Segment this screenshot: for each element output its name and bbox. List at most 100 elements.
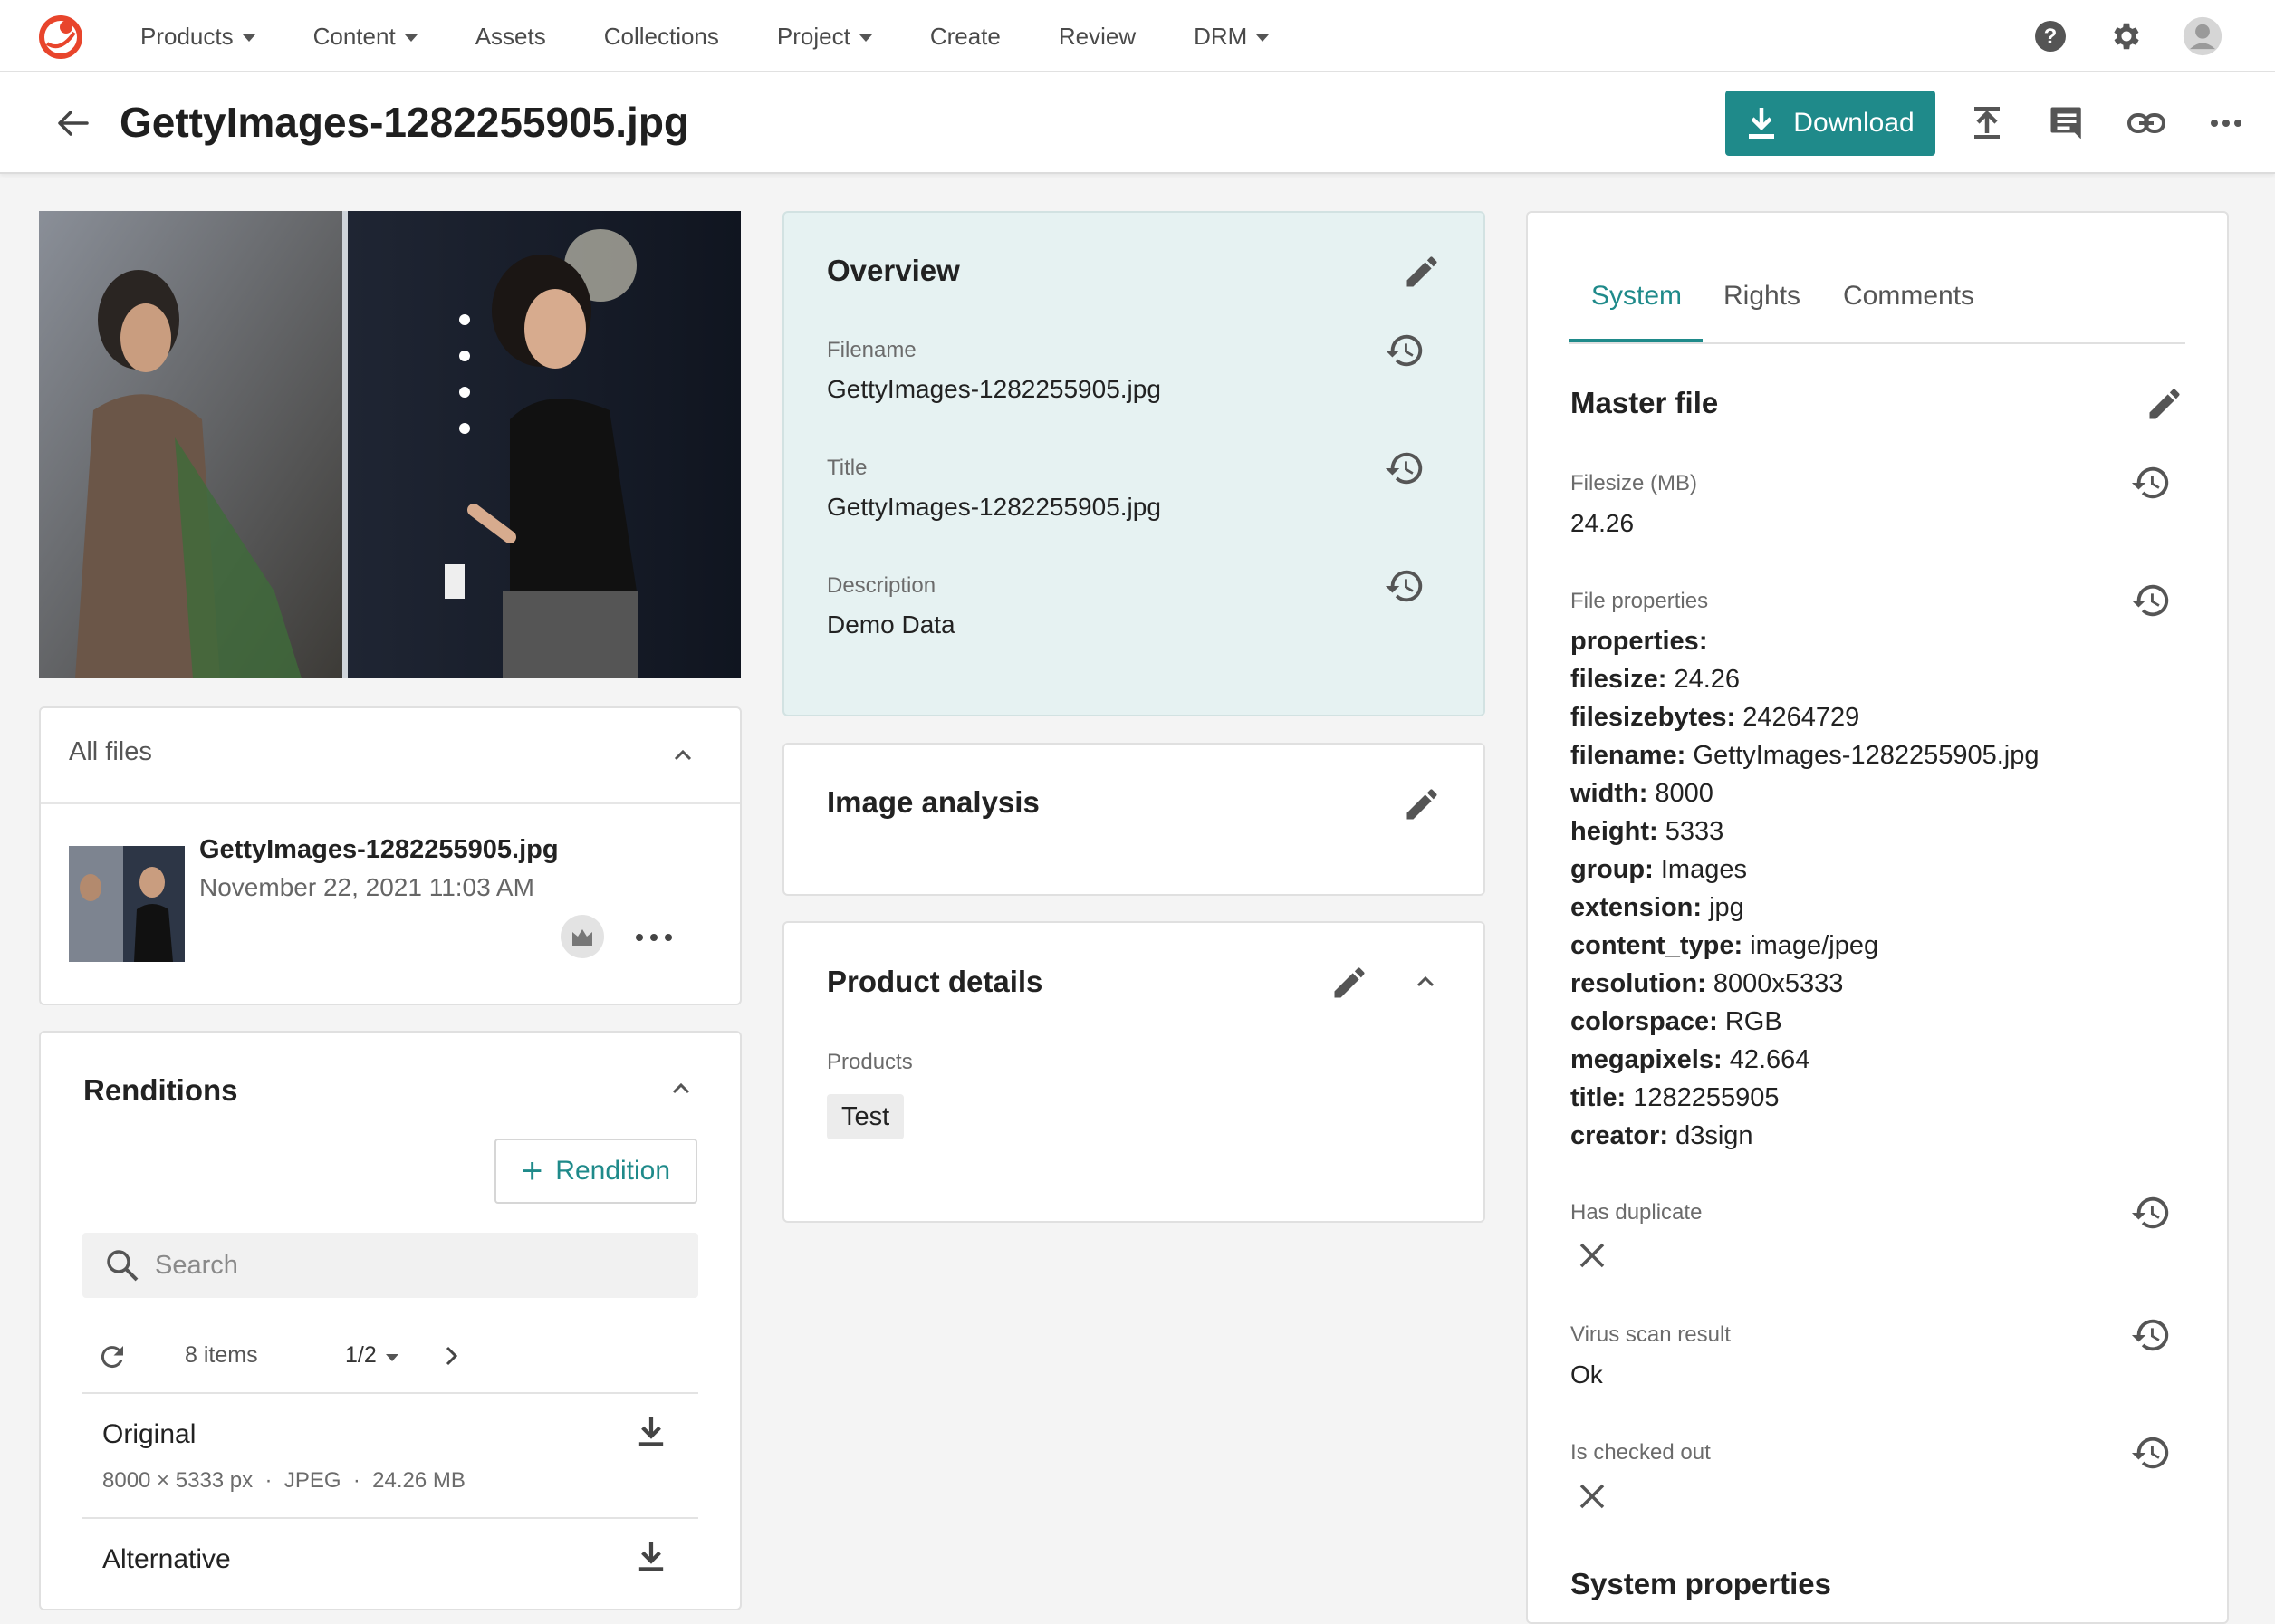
edit-pencil-icon[interactable]	[1329, 963, 1369, 1003]
nav-collections[interactable]: Collections	[604, 23, 719, 51]
property-value: 8000	[1655, 779, 1713, 808]
history-icon[interactable]	[1384, 447, 1425, 489]
history-icon[interactable]	[2130, 1192, 2172, 1234]
caret-down-icon	[859, 34, 872, 42]
property-key: megapixels:	[1570, 1045, 1723, 1074]
file-thumbnail[interactable]	[69, 846, 185, 962]
nav-review[interactable]: Review	[1059, 23, 1136, 51]
back-arrow-icon[interactable]	[53, 103, 92, 143]
more-icon[interactable]	[2203, 100, 2250, 147]
close-x-icon	[1579, 1243, 1605, 1268]
master-file-title: Master file	[1570, 386, 1719, 419]
property-key: filesize:	[1570, 665, 1667, 694]
property-line: height: 5333	[1570, 817, 1723, 847]
edit-pencil-icon[interactable]	[1402, 784, 1442, 824]
file-more-icon[interactable]	[636, 928, 672, 947]
property-key: creator:	[1570, 1121, 1668, 1150]
items-count: 8 items	[185, 1342, 258, 1368]
property-key: properties:	[1570, 627, 1708, 656]
refresh-icon[interactable]	[96, 1341, 129, 1373]
edit-pencil-icon[interactable]	[1402, 252, 1442, 292]
has-duplicate-label: Has duplicate	[1570, 1200, 1703, 1225]
gear-icon[interactable]	[2107, 16, 2146, 56]
link-icon[interactable]	[2123, 100, 2170, 147]
history-icon[interactable]	[2130, 1314, 2172, 1356]
property-key: extension:	[1570, 893, 1703, 922]
nav-products[interactable]: Products	[140, 23, 255, 51]
history-icon[interactable]	[1384, 330, 1425, 371]
property-line: title: 1282255905	[1570, 1083, 1780, 1113]
chevron-right-icon[interactable]	[438, 1342, 466, 1369]
tab-rights[interactable]: Rights	[1723, 281, 1800, 312]
property-line: creator: d3sign	[1570, 1121, 1753, 1151]
asset-preview-image[interactable]	[39, 211, 741, 678]
nav-assets[interactable]: Assets	[475, 23, 546, 51]
nav-label: Assets	[475, 22, 546, 50]
photo-illustration	[39, 211, 741, 678]
search-input[interactable]	[155, 1245, 680, 1285]
app-logo-icon[interactable]	[36, 13, 85, 62]
comment-icon[interactable]	[2043, 100, 2090, 147]
property-value: 5333	[1665, 817, 1724, 846]
crown-icon	[572, 929, 592, 946]
property-key: group:	[1570, 855, 1654, 884]
nav-label: Review	[1058, 22, 1137, 50]
chevron-up-icon[interactable]	[667, 1074, 696, 1103]
avatar-icon[interactable]	[2183, 16, 2222, 56]
property-value: d3sign	[1675, 1121, 1753, 1150]
chevron-up-icon[interactable]	[668, 741, 697, 770]
all-files-title: All files	[69, 737, 152, 766]
page-indicator: 1/2	[345, 1342, 377, 1368]
tab-system[interactable]: System	[1591, 281, 1682, 312]
download-icon[interactable]	[637, 1541, 666, 1573]
history-icon[interactable]	[2130, 462, 2172, 504]
property-key: title:	[1570, 1083, 1627, 1112]
property-key: filesizebytes:	[1570, 703, 1736, 732]
panel-tabs: System Rights Comments	[1569, 272, 2185, 344]
rendition-row[interactable]: Alternative	[82, 1517, 698, 1589]
field-label: Filename	[827, 338, 917, 362]
property-key: width:	[1570, 779, 1648, 808]
field-value: GettyImages-1282255905.jpg	[827, 493, 1161, 521]
upload-icon[interactable]	[1963, 100, 2011, 147]
tab-comments[interactable]: Comments	[1843, 281, 1974, 312]
page-selector[interactable]: 1/2	[345, 1342, 398, 1369]
product-tag[interactable]: Test	[827, 1094, 905, 1139]
history-icon[interactable]	[2130, 1432, 2172, 1474]
system-properties-title: System properties	[1570, 1567, 1831, 1600]
rendition-row[interactable]: Original 8000 × 5333 px · JPEG · 24.26 M…	[82, 1392, 698, 1517]
property-value: image/jpeg	[1750, 931, 1879, 960]
nav-content[interactable]: Content	[313, 23, 418, 51]
nav-label: Products	[140, 22, 234, 50]
field-value: Demo Data	[827, 610, 955, 639]
download-icon[interactable]	[637, 1416, 666, 1448]
history-icon[interactable]	[2130, 580, 2172, 621]
divider	[41, 802, 740, 804]
help-icon[interactable]: ?	[2030, 16, 2070, 56]
main-menu: Products Content Assets Collections Proj…	[140, 0, 1327, 72]
field-label: Title	[827, 456, 868, 480]
property-key: resolution:	[1570, 969, 1706, 998]
plus-icon: +	[521, 1151, 543, 1191]
property-key: colorspace:	[1570, 1007, 1718, 1036]
property-value: 42.664	[1729, 1045, 1810, 1074]
chevron-up-icon[interactable]	[1411, 967, 1440, 996]
page-title: GettyImages-1282255905.jpg	[120, 99, 690, 146]
property-line: colorspace: RGB	[1570, 1007, 1782, 1037]
nav-create[interactable]: Create	[930, 23, 1001, 51]
edit-pencil-icon[interactable]	[2145, 384, 2184, 424]
nav-project[interactable]: Project	[777, 23, 872, 51]
file-properties-label: File properties	[1570, 589, 1709, 613]
image-analysis-title: Image analysis	[827, 785, 1040, 819]
nav-drm[interactable]: DRM	[1194, 23, 1270, 51]
history-icon[interactable]	[1384, 565, 1425, 607]
add-rendition-button[interactable]: + Rendition	[494, 1139, 697, 1204]
products-label: Products	[827, 1050, 913, 1074]
rendition-name: Original	[102, 1419, 197, 1449]
file-name[interactable]: GettyImages-1282255905.jpg	[199, 835, 559, 865]
svg-text:?: ?	[2044, 24, 2058, 49]
download-button[interactable]: Download	[1725, 91, 1935, 156]
nav-label: Project	[776, 22, 850, 50]
property-line: filesizebytes: 24264729	[1570, 703, 1859, 733]
caret-down-icon	[242, 34, 255, 42]
